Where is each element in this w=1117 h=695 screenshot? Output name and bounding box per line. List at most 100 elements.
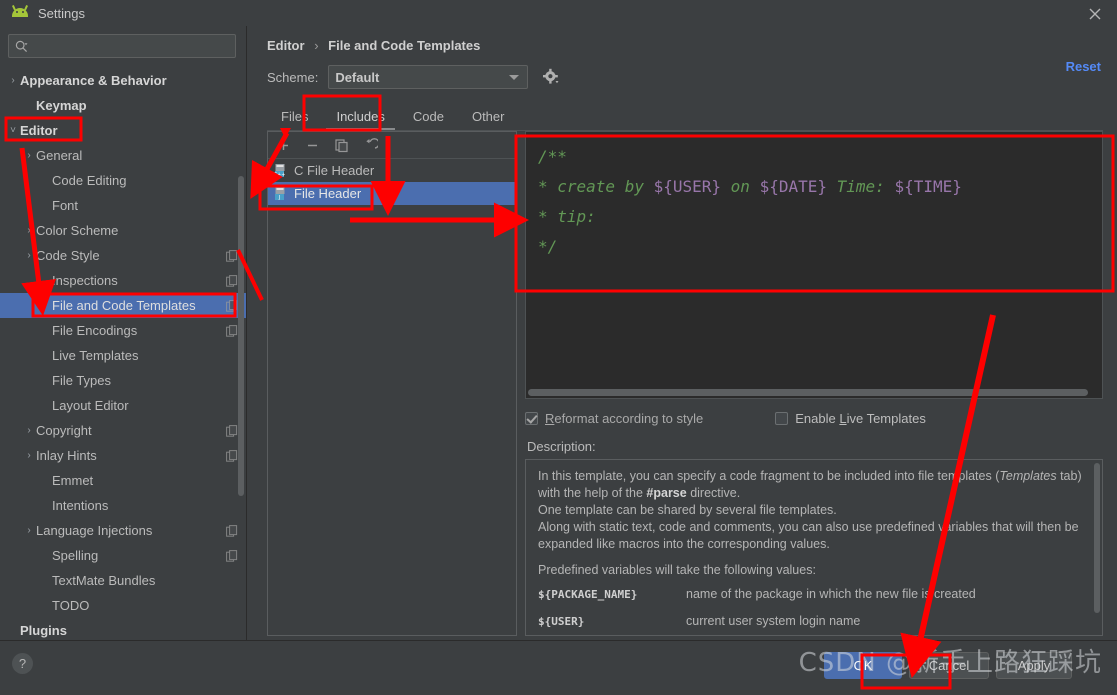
sidebar-item-code-style[interactable]: › Code Style (0, 243, 246, 268)
template-list-item[interactable]: C++ C File Header (268, 159, 516, 182)
sidebar-item-live-templates[interactable]: Live Templates (0, 343, 246, 368)
sidebar-item-todo[interactable]: TODO (0, 593, 246, 618)
remove-icon[interactable] (305, 138, 320, 153)
description-scrollbar[interactable] (1094, 463, 1100, 613)
description-paragraph-3: Along with static text, code and comment… (538, 520, 1079, 551)
sidebar-item-label: TODO (52, 598, 90, 613)
sidebar-item-language-injections[interactable]: › Language Injections (0, 518, 246, 543)
reset-icon[interactable] (363, 137, 380, 153)
sidebar-item-label: Emmet (52, 473, 94, 488)
breadcrumb-root[interactable]: Editor (267, 38, 305, 53)
template-code-editor[interactable]: /** * create by ${USER} on ${DATE} Time:… (525, 131, 1103, 399)
template-list-item-label: C File Header (294, 163, 375, 178)
cancel-button[interactable]: Cancel (909, 652, 989, 679)
template-list-item[interactable]: J File Header (268, 182, 516, 205)
description-paragraph-1: In this template, you can specify a code… (538, 468, 1090, 502)
help-icon[interactable]: ? (12, 653, 33, 674)
live-templates-label[interactable]: Enable Live Templates (795, 411, 926, 426)
reset-link[interactable]: Reset (1066, 59, 1101, 74)
sidebar-item-textmate-bundles[interactable]: TextMate Bundles (0, 568, 246, 593)
sidebar-item-file-types[interactable]: File Types (0, 368, 246, 393)
sidebar-item-label: Editor (20, 123, 58, 138)
copy-settings-icon[interactable] (226, 549, 238, 562)
sidebar-item-file-and-code-templates[interactable]: File and Code Templates (0, 293, 246, 318)
sidebar-scrollbar[interactable] (238, 176, 244, 496)
scheme-select[interactable]: Default (328, 65, 529, 89)
reformat-label[interactable]: Reformat according to style (545, 411, 703, 426)
breadcrumb: Editor › File and Code Templates (247, 26, 1117, 53)
variable-description: current system date (686, 635, 1090, 636)
chevron-right-icon[interactable]: › (22, 425, 36, 436)
sidebar-item-font[interactable]: Font (0, 193, 246, 218)
sidebar-item-intentions[interactable]: Intentions (0, 493, 246, 518)
template-comment-text: * tip: (538, 207, 596, 226)
sidebar-item-keymap[interactable]: Keymap (0, 93, 246, 118)
chevron-right-icon[interactable]: › (6, 75, 20, 86)
copy-icon[interactable] (334, 138, 349, 153)
sidebar-item-label: Plugins (20, 623, 67, 638)
tab-other[interactable]: Other (458, 105, 519, 131)
copy-settings-icon[interactable] (226, 324, 238, 337)
sidebar-item-appearance-behavior[interactable]: › Appearance & Behavior (0, 68, 246, 93)
live-templates-label-pre: Enable (795, 410, 840, 426)
template-comment-text: on (721, 177, 760, 196)
copy-settings-icon[interactable] (226, 274, 238, 287)
sidebar-item-color-scheme[interactable]: › Color Scheme (0, 218, 246, 243)
chevron-down-icon[interactable]: ˅ (6, 125, 20, 136)
variable-row: ${USER} current user system login name (538, 608, 1090, 635)
content-panes: C++ C File Header J File Header /** * creat… (267, 131, 1103, 636)
editor-vertical-scrollbar[interactable] (1090, 133, 1101, 397)
sidebar-item-inspections[interactable]: Inspections (0, 268, 246, 293)
editor-horizontal-scrollbar[interactable] (528, 389, 1088, 396)
search-input[interactable] (32, 38, 212, 54)
tab-files[interactable]: Files (267, 105, 322, 131)
close-icon[interactable] (1087, 6, 1103, 22)
live-templates-checkbox[interactable] (775, 411, 789, 425)
sidebar-item-label: Live Templates (52, 348, 139, 363)
sidebar-item-inlay-hints[interactable]: › Inlay Hints (0, 443, 246, 468)
chevron-right-icon[interactable]: › (22, 525, 36, 536)
sidebar-item-emmet[interactable]: Emmet (0, 468, 246, 493)
svg-text:C++: C++ (274, 172, 285, 178)
desc-p1-a: In this template, you can specify a code… (538, 469, 1000, 483)
desc-p1-c: directive. (686, 486, 741, 500)
template-comment-text: /** (538, 147, 567, 166)
copy-settings-icon[interactable] (226, 249, 238, 262)
search-box[interactable] (8, 34, 236, 58)
chevron-right-icon[interactable]: › (22, 150, 36, 161)
chevron-right-icon[interactable]: › (22, 450, 36, 461)
copy-settings-icon[interactable] (226, 424, 238, 437)
sidebar-item-editor[interactable]: ˅ Editor (0, 118, 246, 143)
sidebar-item-layout-editor[interactable]: Layout Editor (0, 393, 246, 418)
sidebar-item-copyright[interactable]: › Copyright (0, 418, 246, 443)
sidebar-item-general[interactable]: › General (0, 143, 246, 168)
sidebar-item-spelling[interactable]: Spelling (0, 543, 246, 568)
sidebar-item-label: File Types (52, 373, 112, 388)
sidebar-item-code-editing[interactable]: Code Editing (0, 168, 246, 193)
tab-includes[interactable]: Includes (322, 105, 398, 131)
apply-button[interactable]: Apply (996, 652, 1072, 679)
description-box: In this template, you can specify a code… (525, 459, 1103, 636)
template-editor-pane: /** * create by ${USER} on ${DATE} Time:… (525, 131, 1103, 636)
settings-sidebar: › Appearance & Behavior Keymap ˅ Editor › Gene… (0, 26, 247, 666)
copy-settings-icon[interactable] (226, 449, 238, 462)
copy-settings-icon[interactable] (226, 524, 238, 537)
template-comment-text: */ (538, 237, 558, 256)
scheme-value: Default (335, 69, 380, 85)
ok-button[interactable]: OK (824, 652, 902, 679)
template-code[interactable]: /** * create by ${USER} on ${DATE} Time:… (526, 132, 1102, 262)
sidebar-item-label: Keymap (36, 98, 87, 113)
gear-icon[interactable] (542, 68, 560, 86)
sidebar-item-file-encodings[interactable]: File Encodings (0, 318, 246, 343)
add-icon[interactable] (276, 138, 291, 153)
settings-tree: › Appearance & Behavior Keymap ˅ Editor › Gene… (0, 68, 246, 643)
sidebar-item-label: Color Scheme (36, 223, 119, 238)
tab-code[interactable]: Code (399, 105, 458, 131)
reformat-checkbox[interactable] (525, 411, 538, 425)
search-icon (15, 40, 28, 53)
sidebar-item-label: Inlay Hints (36, 448, 97, 463)
chevron-right-icon[interactable]: › (22, 225, 36, 236)
chevron-right-icon[interactable]: › (22, 250, 36, 261)
copy-settings-icon[interactable] (226, 299, 238, 312)
template-file-list[interactable]: C++ C File Header J File Header (268, 159, 516, 635)
